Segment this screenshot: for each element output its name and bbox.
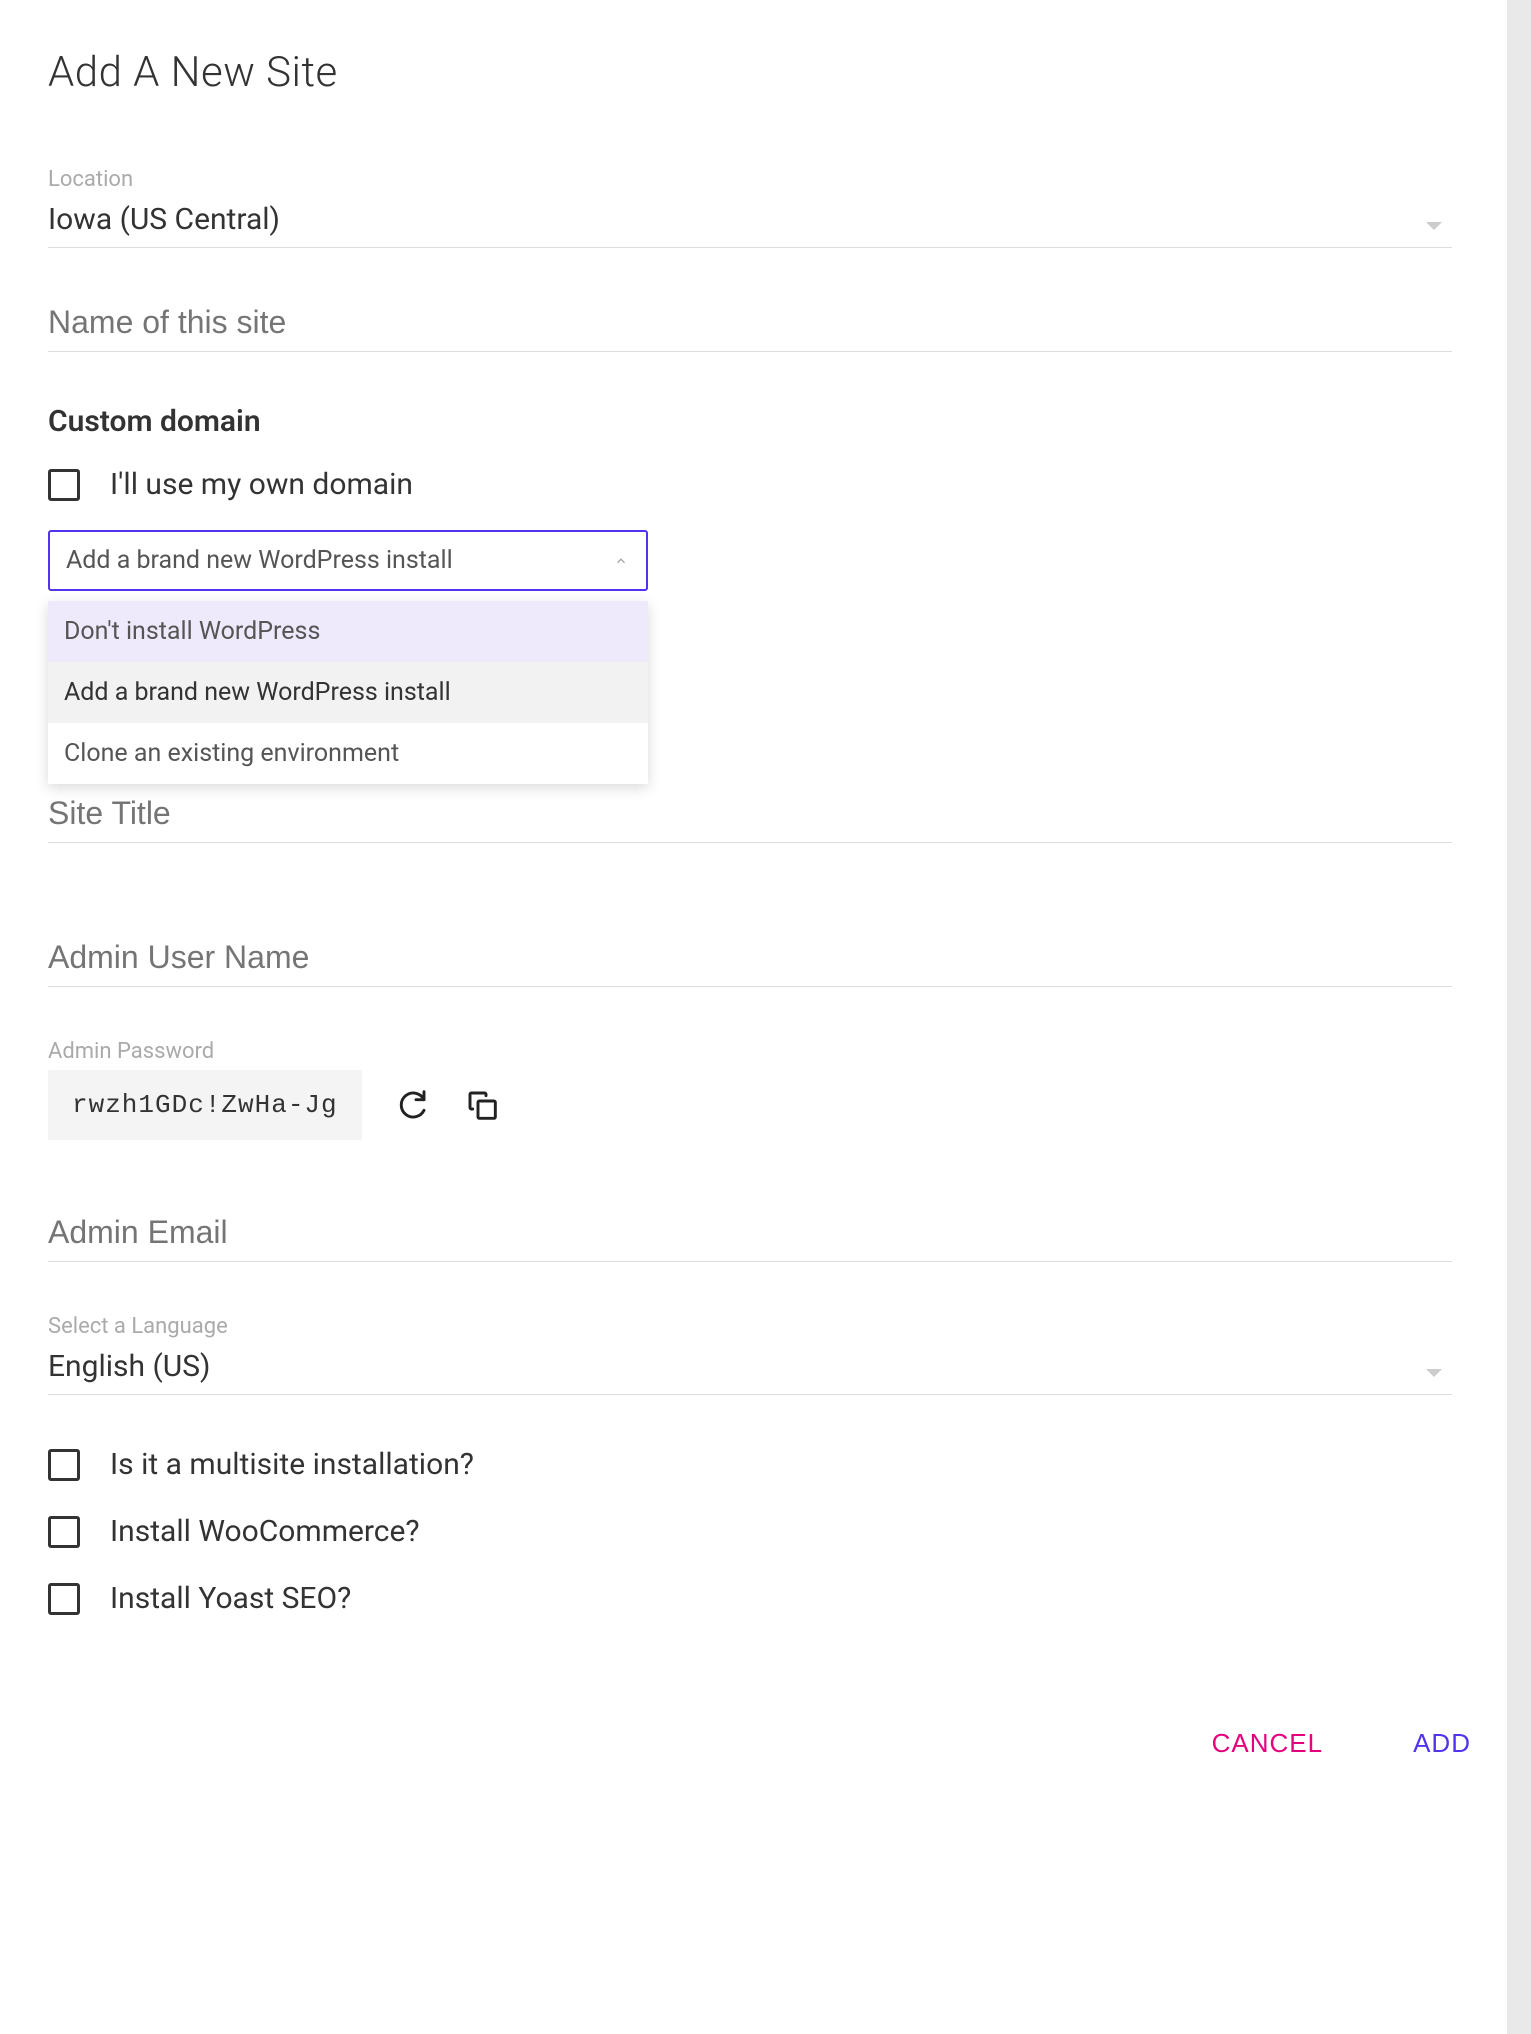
install-option-clone[interactable]: Clone an existing environment (48, 723, 648, 784)
woocommerce-checkbox[interactable] (48, 1516, 80, 1548)
custom-domain-heading: Custom domain (48, 404, 1452, 439)
location-field[interactable]: Location Iowa (US Central) (48, 167, 1452, 248)
chevron-down-icon (1426, 222, 1442, 230)
copy-icon (466, 1089, 498, 1121)
install-option-new[interactable]: Add a brand new WordPress install (48, 662, 648, 723)
panel-right-edge (1507, 0, 1531, 2034)
language-value: English (US) (48, 1345, 1452, 1395)
admin-user-field[interactable] (48, 935, 1452, 987)
add-site-panel: Add A New Site Location Iowa (US Central… (0, 0, 1500, 1696)
add-button[interactable]: ADD (1413, 1728, 1471, 1759)
site-name-input[interactable] (48, 300, 1452, 352)
admin-email-field[interactable] (48, 1210, 1452, 1262)
admin-password-field: Admin Password rwzh1GDc!ZwHa-Jg (48, 1039, 1452, 1140)
site-title-field[interactable] (48, 791, 1452, 843)
footer-actions: CANCEL ADD (1212, 1728, 1471, 1759)
refresh-icon (396, 1089, 428, 1121)
yoast-checkbox[interactable] (48, 1583, 80, 1615)
own-domain-row[interactable]: I'll use my own domain (48, 467, 1452, 502)
woocommerce-label: Install WooCommerce? (110, 1514, 420, 1549)
install-type-menu: Don't install WordPress Add a brand new … (48, 601, 648, 784)
location-label: Location (48, 167, 1452, 192)
regenerate-password-button[interactable] (392, 1085, 432, 1125)
copy-password-button[interactable] (462, 1085, 502, 1125)
language-label: Select a Language (48, 1314, 1452, 1339)
multisite-checkbox[interactable] (48, 1449, 80, 1481)
own-domain-checkbox[interactable] (48, 469, 80, 501)
admin-password-value: rwzh1GDc!ZwHa-Jg (48, 1070, 362, 1140)
install-type-trigger[interactable]: Add a brand new WordPress install (48, 530, 648, 591)
install-option-none[interactable]: Don't install WordPress (48, 601, 648, 662)
multisite-label: Is it a multisite installation? (110, 1447, 474, 1482)
install-type-dropdown[interactable]: Add a brand new WordPress install Don't … (48, 530, 648, 591)
yoast-row[interactable]: Install Yoast SEO? (48, 1581, 1452, 1616)
admin-user-input[interactable] (48, 935, 1452, 987)
woocommerce-row[interactable]: Install WooCommerce? (48, 1514, 1452, 1549)
site-title-input[interactable] (48, 791, 1452, 843)
install-options: Is it a multisite installation? Install … (48, 1447, 1452, 1616)
install-type-selected: Add a brand new WordPress install (66, 546, 453, 575)
location-value: Iowa (US Central) (48, 198, 1452, 248)
language-field[interactable]: Select a Language English (US) (48, 1314, 1452, 1395)
multisite-row[interactable]: Is it a multisite installation? (48, 1447, 1452, 1482)
cancel-button[interactable]: CANCEL (1212, 1728, 1323, 1759)
admin-password-label: Admin Password (48, 1039, 1452, 1064)
chevron-down-icon (1426, 1369, 1442, 1377)
own-domain-label: I'll use my own domain (110, 467, 413, 502)
page-title: Add A New Site (48, 48, 1452, 97)
chevron-up-icon (614, 554, 628, 568)
site-name-field[interactable] (48, 300, 1452, 352)
yoast-label: Install Yoast SEO? (110, 1581, 351, 1616)
admin-email-input[interactable] (48, 1210, 1452, 1262)
